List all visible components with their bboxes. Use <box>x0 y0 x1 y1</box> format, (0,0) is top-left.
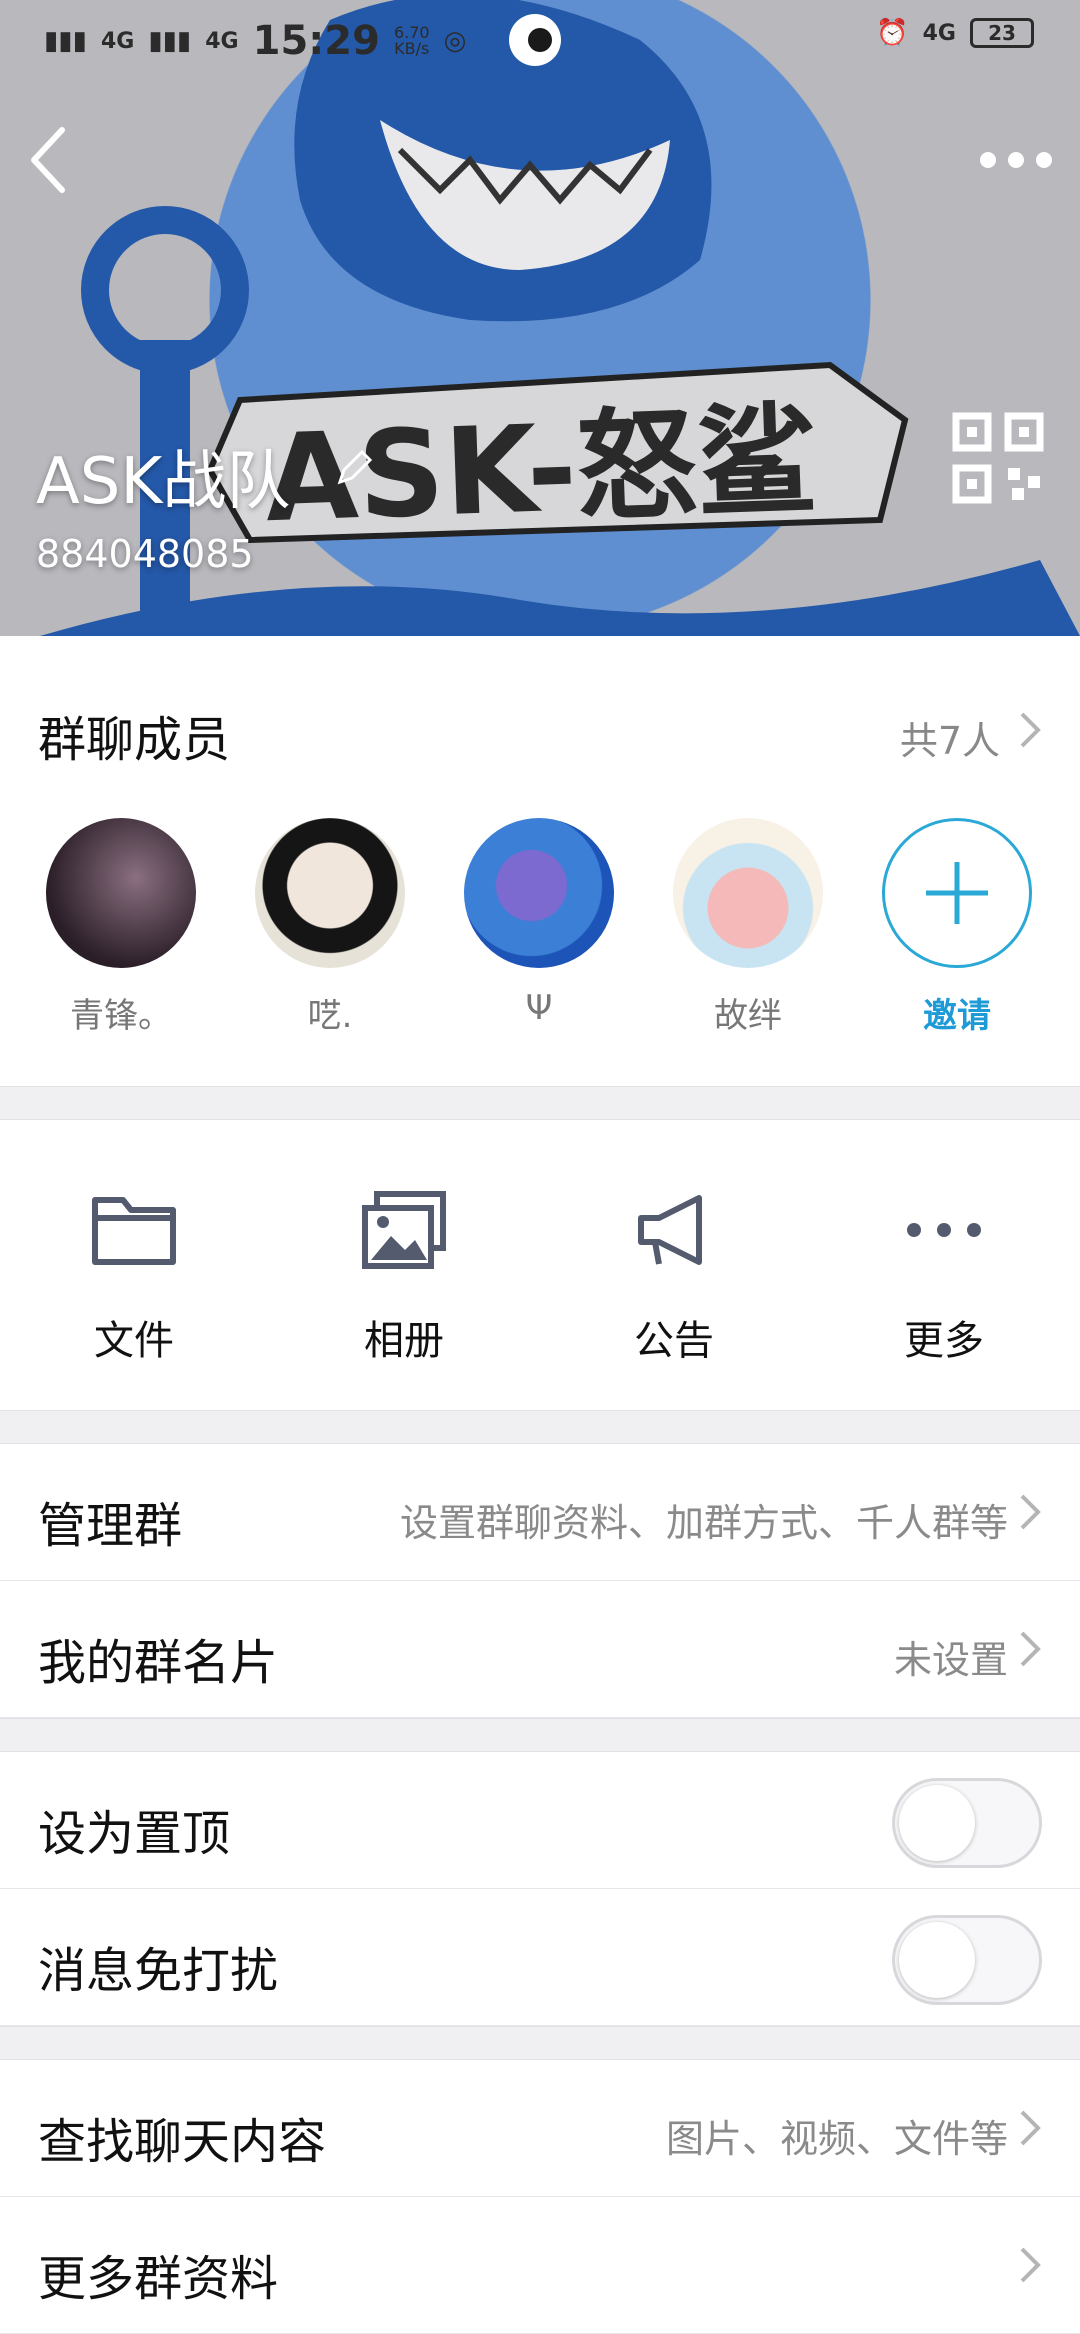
invite-button[interactable]: 邀请 <box>882 818 1032 1037</box>
toggle-knob <box>899 1922 975 1998</box>
pin-toggle[interactable] <box>892 1778 1042 1868</box>
more-group-info-title: 更多群资料 <box>38 2251 279 2307</box>
manage-group-row[interactable]: 管理群 设置群聊资料、加群方式、千人群等 <box>0 1444 1080 1581</box>
member-name: Ψ <box>525 988 553 1028</box>
chevron-right-icon <box>1020 2110 1041 2146</box>
back-arrow-icon[interactable] <box>24 120 74 200</box>
member-avatar[interactable]: 故绊 <box>673 818 823 1037</box>
group-card-title: 我的群名片 <box>38 1635 279 1691</box>
invite-label: 邀请 <box>923 996 991 1036</box>
alarm-icon: ⏰ <box>876 18 909 48</box>
tool-album[interactable]: 相册 <box>304 1190 504 1366</box>
chevron-right-icon <box>1020 1494 1041 1530</box>
group-id: 884048085 <box>36 532 254 576</box>
group-card-value: 未设置 <box>893 1638 1008 1682</box>
group-tools: 文件 相册 公告 更多 <box>0 1120 1080 1410</box>
tool-label: 公告 <box>634 1318 714 1364</box>
megaphone-icon <box>638 1195 702 1265</box>
tool-label: 文件 <box>94 1318 174 1364</box>
avatar <box>46 818 196 968</box>
album-icon <box>362 1191 446 1269</box>
plus-icon <box>926 862 988 924</box>
search-chat-row[interactable]: 查找聊天内容 图片、视频、文件等 <box>0 2060 1080 2197</box>
chevron-right-icon <box>1020 1631 1041 1667</box>
member-name: 青锋。 <box>70 996 172 1036</box>
tool-files[interactable]: 文件 <box>34 1190 234 1366</box>
section-divider <box>0 1086 1080 1120</box>
chevron-right-icon[interactable] <box>1018 710 1042 750</box>
sync-icon: ◎ <box>443 26 467 56</box>
member-avatar[interactable]: 呓. <box>255 818 405 1037</box>
battery-icon: 23 <box>970 18 1034 48</box>
speed-unit: KB/s <box>394 39 430 58</box>
edit-icon[interactable] <box>334 448 374 488</box>
members-title: 群聊成员 <box>38 712 231 768</box>
more-options-icon[interactable] <box>976 140 1056 180</box>
tool-label: 更多 <box>904 1318 984 1364</box>
avatar <box>255 818 405 968</box>
battery-level: 23 <box>988 21 1016 45</box>
member-avatar[interactable]: Ψ <box>464 818 614 1028</box>
group-name: ASK战队 <box>36 445 291 519</box>
qr-code-icon[interactable] <box>950 410 1046 506</box>
mute-toggle[interactable] <box>892 1915 1042 2005</box>
network-type-1: 4G <box>100 28 135 54</box>
group-header: ASK-怒鲨 ▮▮▮ 4G ▮▮▮ 4G 15:29 6.70 KB/s ◎ ⏰ … <box>0 0 1080 636</box>
tool-label: 相册 <box>364 1318 444 1364</box>
avatar <box>673 818 823 968</box>
network-type-3: 4G <box>922 20 956 46</box>
folder-icon <box>92 1197 176 1265</box>
toggle-knob <box>899 1785 975 1861</box>
more-icon <box>907 1223 981 1237</box>
invite-circle <box>882 818 1032 968</box>
member-name: 故绊 <box>714 996 782 1036</box>
chevron-right-icon <box>1020 2247 1041 2283</box>
avatar <box>464 818 614 968</box>
tool-announcement[interactable]: 公告 <box>574 1190 774 1366</box>
search-chat-value: 图片、视频、文件等 <box>665 2117 1008 2161</box>
members-count[interactable]: 共7人 <box>900 710 1000 765</box>
clock: 15:29 <box>252 18 380 64</box>
manage-group-value: 设置群聊资料、加群方式、千人群等 <box>399 1501 1008 1545</box>
tool-more[interactable]: 更多 <box>844 1190 1044 1366</box>
section-divider <box>0 1718 1080 1752</box>
search-chat-title: 查找聊天内容 <box>38 2114 327 2170</box>
pin-title: 设为置顶 <box>38 1806 231 1862</box>
network-type-2: 4G <box>205 28 239 54</box>
member-avatar[interactable]: 青锋。 <box>46 818 196 1037</box>
pin-row: 设为置顶 <box>0 1752 1080 1889</box>
manage-group-title: 管理群 <box>38 1498 183 1554</box>
mute-row: 消息免打扰 <box>0 1889 1080 2026</box>
signal-icon: ▮▮▮ <box>44 26 87 56</box>
more-group-info-row[interactable]: 更多群资料 <box>0 2197 1080 2334</box>
members-section: 群聊成员 共7人 青锋。 呓. Ψ 故绊 邀请 <box>0 636 1080 1086</box>
section-divider <box>0 2026 1080 2060</box>
mute-title: 消息免打扰 <box>38 1943 279 1999</box>
signal-icon-2: ▮▮▮ <box>148 26 192 56</box>
network-speed: 6.70 KB/s <box>394 25 430 57</box>
member-avatars: 青锋。 呓. Ψ 故绊 邀请 <box>0 818 1080 1058</box>
status-bar: ▮▮▮ 4G ▮▮▮ 4G 15:29 6.70 KB/s ◎ ⏰ 4G 23 <box>0 0 1080 80</box>
group-card-row[interactable]: 我的群名片 未设置 <box>0 1581 1080 1718</box>
member-name: 呓. <box>307 996 353 1036</box>
section-divider <box>0 1410 1080 1444</box>
